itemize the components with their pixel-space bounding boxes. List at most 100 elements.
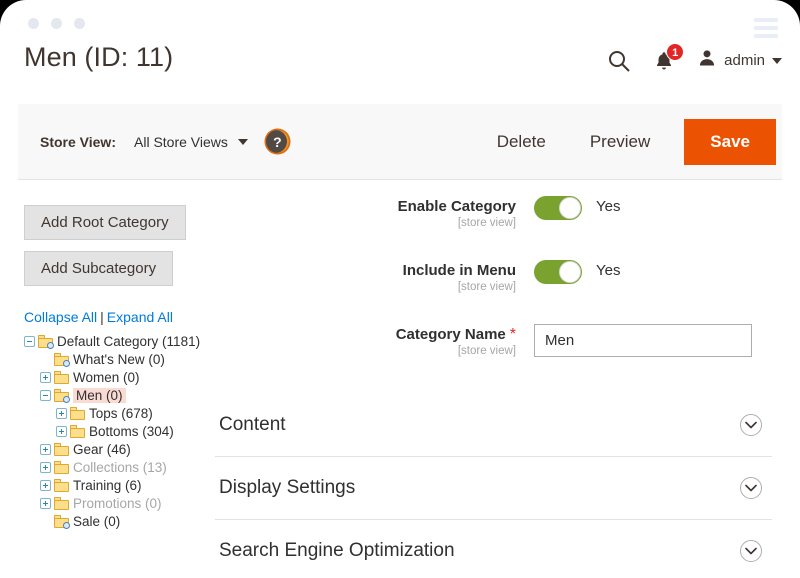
expand-node-icon[interactable] — [56, 425, 67, 437]
tree-node-label[interactable]: Men (0) — [73, 387, 126, 403]
preview-button[interactable]: Preview — [568, 122, 672, 162]
category-tree: Default Category (1181) What's New (0) Wom… — [24, 332, 224, 530]
tree-node[interactable]: What's New (0) — [24, 350, 224, 368]
tree-node[interactable]: Default Category (1181) — [24, 332, 224, 350]
field-scope-text: [store view] — [457, 217, 516, 229]
store-view-toolbar: Store View: All Store Views ? Delete Pre… — [18, 104, 782, 180]
field-scope-text: [store view] — [457, 281, 516, 293]
section-header[interactable]: Search Engine Optimization — [215, 519, 772, 578]
collapse-node-icon[interactable] — [24, 335, 35, 347]
tree-node[interactable]: Men (0) — [24, 386, 224, 404]
tree-node[interactable]: Training (6) — [24, 476, 224, 494]
chevron-down-icon[interactable] — [740, 477, 762, 499]
store-view-label: Store View: — [40, 133, 116, 150]
tree-node-label[interactable]: Women (0) — [73, 370, 140, 385]
field-label-text: Include in Menu — [402, 262, 516, 279]
tree-node[interactable]: Bottoms (304) — [24, 422, 224, 440]
enable-category-value: Yes — [596, 198, 621, 215]
expand-node-icon[interactable] — [40, 371, 51, 383]
window-close-dot[interactable] — [28, 18, 39, 29]
required-asterisk: * — [509, 326, 516, 343]
page-title: Men (ID: 11) — [24, 42, 174, 72]
expand-node-icon[interactable] — [40, 443, 51, 455]
tree-node-label[interactable]: Promotions (0) — [73, 496, 162, 511]
tree-node[interactable]: Women (0) — [24, 368, 224, 386]
tree-toggle-links: Collapse All | Expand All — [24, 309, 224, 325]
chevron-down-icon[interactable] — [740, 414, 762, 436]
browser-window: Men (ID: 11) 1 admin Store View: All Sto… — [0, 0, 800, 578]
search-icon[interactable] — [607, 49, 631, 73]
chevron-down-icon — [237, 138, 248, 145]
section-header[interactable]: Content — [215, 394, 772, 456]
chevron-down-icon[interactable] — [740, 540, 762, 562]
collapse-all-link[interactable]: Collapse All — [24, 309, 97, 325]
window-maximize-dot[interactable] — [74, 18, 85, 29]
tree-node-label[interactable]: Gear (46) — [73, 442, 131, 457]
enable-category-row: Enable Category [store view] Yes — [252, 196, 782, 229]
expand-node-icon[interactable] — [40, 461, 51, 473]
tree-node-label[interactable]: Collections (13) — [73, 460, 167, 475]
store-view-select[interactable]: All Store Views — [134, 134, 248, 150]
include-in-menu-row: Include in Menu [store view] Yes — [252, 260, 782, 293]
tree-node[interactable]: Sale (0) — [24, 512, 224, 530]
collapse-node-icon[interactable] — [40, 389, 51, 401]
save-button[interactable]: Save — [684, 118, 776, 165]
header-actions: 1 admin — [607, 42, 782, 73]
enable-category-toggle[interactable] — [534, 196, 582, 220]
category-form: Enable Category [store view] Yes Include… — [215, 196, 782, 578]
include-in-menu-toggle[interactable] — [534, 260, 582, 284]
tree-node-label[interactable]: What's New (0) — [73, 352, 165, 367]
window-minimize-dot[interactable] — [51, 18, 62, 29]
expand-node-icon[interactable] — [40, 497, 51, 509]
section-title: Content — [219, 414, 286, 435]
folder-icon — [54, 370, 69, 384]
tree-node[interactable]: Collections (13) — [24, 458, 224, 476]
delete-button[interactable]: Delete — [475, 122, 568, 162]
chevron-down-icon — [772, 57, 782, 64]
user-menu[interactable]: admin — [697, 48, 782, 73]
help-question-icon[interactable]: ? — [265, 130, 289, 153]
expand-node-icon[interactable] — [56, 407, 67, 419]
notifications-badge: 1 — [666, 42, 685, 61]
tree-node[interactable]: Tops (678) — [24, 404, 224, 422]
store-view-value: All Store Views — [134, 133, 228, 150]
tree-node-label[interactable]: Training (6) — [73, 478, 142, 493]
section-title: Display Settings — [219, 477, 356, 498]
folder-search-icon — [38, 334, 54, 349]
field-label-text: Enable Category — [397, 198, 516, 215]
include-in-menu-label: Include in Menu [store view] — [252, 260, 534, 293]
tree-node-label[interactable]: Tops (678) — [89, 406, 153, 421]
include-in-menu-value: Yes — [596, 262, 621, 279]
link-separator: | — [100, 309, 104, 325]
expand-all-link[interactable]: Expand All — [107, 309, 173, 325]
user-avatar-icon — [697, 48, 717, 73]
window-traffic-lights — [28, 18, 85, 29]
tree-node-label[interactable]: Default Category (1181) — [57, 334, 200, 349]
field-scope-text: [store view] — [457, 345, 516, 357]
section-header[interactable]: Display Settings — [215, 456, 772, 519]
folder-icon — [54, 496, 69, 510]
expand-node-icon[interactable] — [40, 479, 51, 491]
tree-node-label[interactable]: Sale (0) — [73, 514, 120, 529]
tree-node-label[interactable]: Bottoms (304) — [89, 424, 174, 439]
category-tree-panel: Add Root Category Add Subcategory Collap… — [24, 205, 224, 530]
store-view-group: Store View: All Store Views ? — [40, 130, 289, 153]
hamburger-bar — [754, 26, 778, 30]
page-header: Men (ID: 11) 1 admin — [0, 36, 800, 92]
tree-node[interactable]: Promotions (0) — [24, 494, 224, 512]
hamburger-icon[interactable] — [754, 18, 778, 38]
add-root-category-button[interactable]: Add Root Category — [24, 205, 186, 240]
folder-icon — [54, 442, 69, 456]
field-label-text: Category Name — [395, 326, 506, 343]
user-name: admin — [724, 52, 765, 69]
folder-search-icon — [54, 514, 70, 529]
folder-search-icon — [54, 388, 70, 403]
notifications-bell-icon[interactable]: 1 — [653, 42, 685, 72]
folder-search-icon — [54, 352, 70, 367]
category-name-input[interactable] — [534, 324, 752, 357]
tree-node[interactable]: Gear (46) — [24, 440, 224, 458]
category-name-label: Category Name * [store view] — [252, 324, 534, 357]
add-subcategory-button[interactable]: Add Subcategory — [24, 251, 174, 286]
